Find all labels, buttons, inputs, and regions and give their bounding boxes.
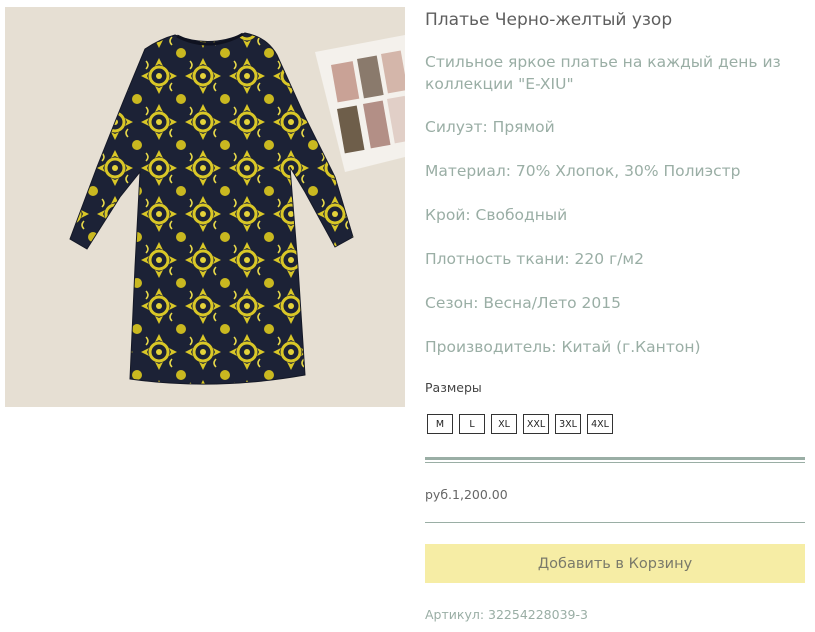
product-sku: Артикул: 32254228039-3 — [425, 607, 588, 622]
spec-cut: Крой: Свободный — [425, 206, 568, 224]
product-title: Платье Черно-желтый узор — [425, 10, 673, 30]
add-to-cart-button[interactable]: Добавить в Корзину — [425, 544, 805, 583]
sizes-label: Размеры — [425, 380, 482, 395]
divider-double — [425, 457, 805, 463]
dress-illustration — [5, 7, 405, 407]
spec-silhouette: Силуэт: Прямой — [425, 118, 555, 136]
spec-density: Плотность ткани: 220 г/м2 — [425, 250, 644, 268]
size-option-3xl[interactable]: 3XL — [555, 414, 581, 434]
size-option-4xl[interactable]: 4XL — [587, 414, 613, 434]
product-image[interactable] — [5, 7, 405, 407]
product-description: Стильное яркое платье на каждый день из … — [425, 53, 781, 93]
spec-season: Сезон: Весна/Лето 2015 — [425, 294, 621, 312]
spec-manufacturer: Производитель: Китай (г.Кантон) — [425, 338, 701, 356]
spec-material: Материал: 70% Хлопок, 30% Полиэстр — [425, 162, 741, 180]
size-option-xxl[interactable]: XXL — [523, 414, 549, 434]
product-price: руб.1,200.00 — [425, 487, 508, 502]
size-options: M L XL XXL 3XL 4XL — [427, 414, 613, 434]
size-option-l[interactable]: L — [459, 414, 485, 434]
size-option-xl[interactable]: XL — [491, 414, 517, 434]
size-option-m[interactable]: M — [427, 414, 453, 434]
divider — [425, 522, 805, 523]
